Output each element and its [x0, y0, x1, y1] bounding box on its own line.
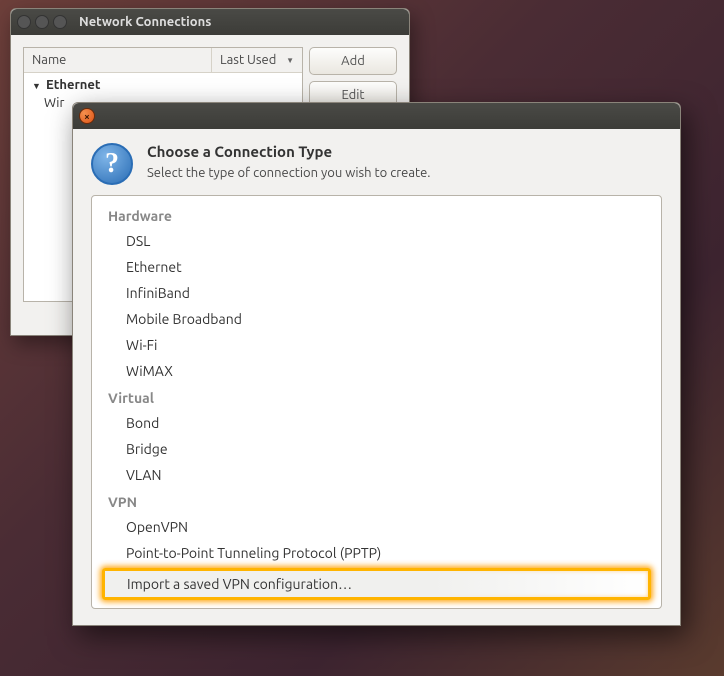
- type-bond[interactable]: Bond: [98, 410, 655, 436]
- group-vpn: VPN: [98, 488, 655, 514]
- choose-connection-dialog: × ? Choose a Connection Type Select the …: [72, 102, 681, 626]
- close-icon[interactable]: ×: [79, 108, 95, 124]
- dialog-titlebar: ×: [73, 103, 680, 129]
- dialog-subtitle: Select the type of connection you wish t…: [147, 166, 431, 180]
- maximize-icon[interactable]: [53, 15, 67, 29]
- column-last-used[interactable]: Last Used ▼: [212, 48, 302, 72]
- type-dsl[interactable]: DSL: [98, 228, 655, 254]
- add-button[interactable]: Add: [309, 47, 397, 75]
- dialog-body: ? Choose a Connection Type Select the ty…: [73, 129, 680, 625]
- type-vlan[interactable]: VLAN: [98, 462, 655, 488]
- group-hardware: Hardware: [98, 202, 655, 228]
- type-pptp[interactable]: Point-to-Point Tunneling Protocol (PPTP): [98, 540, 655, 566]
- column-name[interactable]: Name: [24, 48, 212, 72]
- minimize-icon[interactable]: [35, 15, 49, 29]
- close-icon[interactable]: [17, 15, 31, 29]
- window-title: Network Connections: [79, 15, 211, 29]
- type-mobile-broadband[interactable]: Mobile Broadband: [98, 306, 655, 332]
- dialog-title: Choose a Connection Type: [147, 143, 431, 160]
- group-label: Ethernet: [46, 78, 100, 92]
- group-virtual: Virtual: [98, 384, 655, 410]
- connection-type-list[interactable]: Hardware DSL Ethernet InfiniBand Mobile …: [91, 195, 662, 609]
- sort-caret-icon: ▼: [286, 56, 294, 65]
- list-header: Name Last Used ▼: [24, 48, 302, 73]
- expand-icon: ▼: [32, 81, 41, 91]
- type-wimax[interactable]: WiMAX: [98, 358, 655, 384]
- type-wifi[interactable]: Wi-Fi: [98, 332, 655, 358]
- question-icon: ?: [91, 143, 133, 185]
- window-titlebar: Network Connections: [11, 9, 409, 35]
- list-group-ethernet[interactable]: ▼ Ethernet: [24, 76, 302, 94]
- type-openvpn[interactable]: OpenVPN: [98, 514, 655, 540]
- dialog-header: ? Choose a Connection Type Select the ty…: [91, 143, 662, 185]
- column-last-used-label: Last Used: [220, 53, 276, 67]
- type-ethernet[interactable]: Ethernet: [98, 254, 655, 280]
- highlighted-option: Import a saved VPN configuration…: [102, 568, 651, 600]
- dialog-header-text: Choose a Connection Type Select the type…: [147, 143, 431, 180]
- type-import-vpn[interactable]: Import a saved VPN configuration…: [105, 571, 648, 597]
- type-infiniband[interactable]: InfiniBand: [98, 280, 655, 306]
- type-bridge[interactable]: Bridge: [98, 436, 655, 462]
